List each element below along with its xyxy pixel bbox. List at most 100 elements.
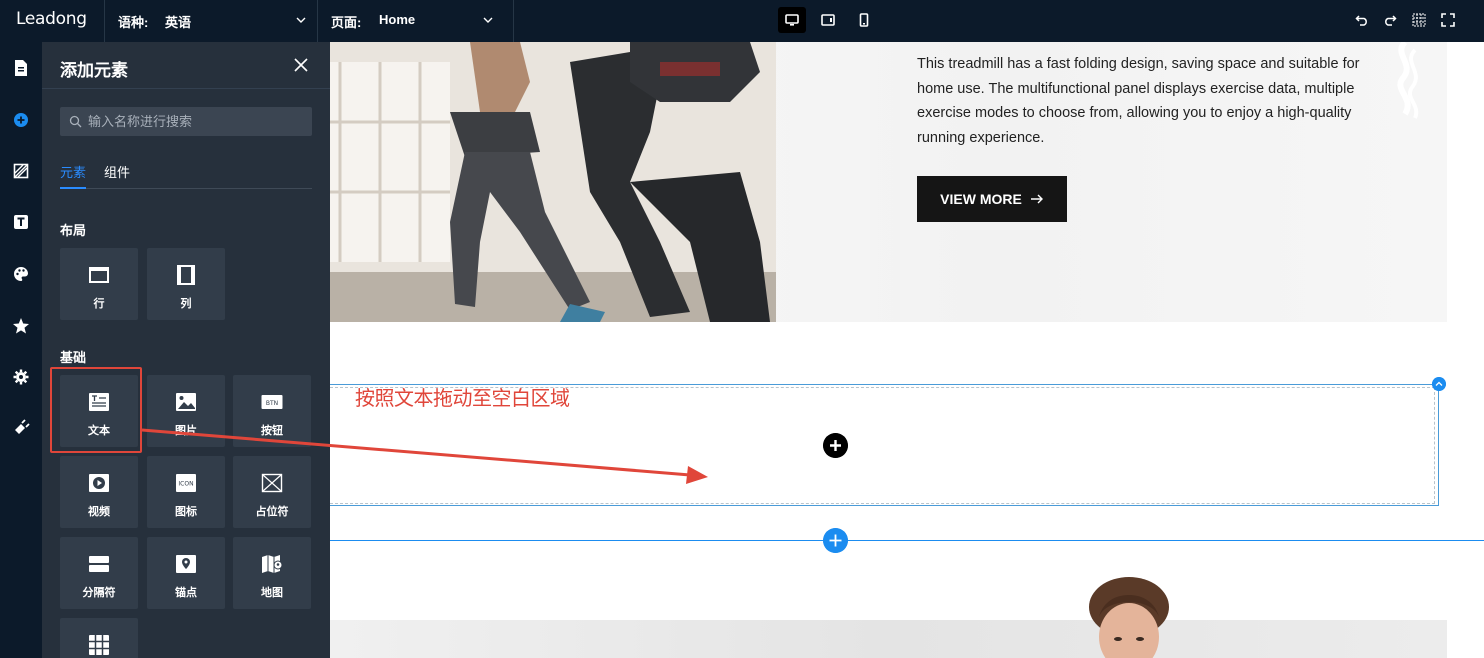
hero-image[interactable] [330, 42, 776, 322]
search-box [60, 107, 312, 136]
element-tile-row[interactable]: 行 [60, 248, 138, 320]
background-icon [13, 163, 29, 179]
active-tab-indicator [60, 187, 86, 189]
section-title-basic: 基础 [60, 350, 87, 365]
decorative-swirl-icon [1397, 42, 1419, 119]
desktop-icon [785, 14, 799, 26]
page-label: 页面: [331, 15, 362, 30]
add-element-panel: 添加元素 元素 组件 布局 行 列 基础 文本 图片 BTN 按钮 视频 ICO… [42, 42, 330, 658]
page-canvas[interactable]: This treadmill has a fast folding design… [330, 42, 1484, 658]
settings-icon [13, 369, 29, 385]
element-tile-map[interactable]: 地图 [233, 537, 311, 609]
element-tile-grid[interactable] [60, 618, 138, 658]
rail-item-plugins[interactable] [11, 418, 31, 438]
element-tile-column[interactable]: 列 [147, 248, 225, 320]
mobile-view-button[interactable] [850, 7, 878, 33]
star-icon [13, 318, 29, 334]
grid-button[interactable] [1410, 11, 1428, 29]
divider [317, 0, 318, 42]
tile-label: 占位符 [255, 506, 289, 518]
view-more-label: VIEW MORE [940, 191, 1022, 207]
svg-text:BTN: BTN [266, 400, 278, 407]
arrow-right-icon [1030, 194, 1043, 204]
desktop-view-button[interactable] [778, 7, 806, 33]
tab-divider [60, 188, 312, 189]
placeholder-icon [261, 473, 283, 493]
tab-elements[interactable]: 元素 [60, 162, 86, 181]
tablet-icon [821, 14, 835, 26]
button-icon: BTN [261, 395, 283, 409]
tab-components[interactable]: 组件 [104, 162, 130, 181]
plugin-icon [14, 419, 30, 435]
search-icon [69, 115, 82, 128]
tablet-view-button[interactable] [814, 7, 842, 33]
top-bar: Leadong 语种: 英语 页面: Home [0, 0, 1484, 42]
redo-button[interactable] [1381, 11, 1399, 29]
instruction-annotation: 按照文本拖动至空白区域 [355, 386, 570, 410]
add-section-icon[interactable] [823, 528, 848, 553]
row-icon [89, 267, 109, 283]
panel-title: 添加元素 [60, 61, 128, 80]
column-icon [177, 265, 195, 285]
search-input[interactable] [88, 107, 308, 136]
element-tile-placeholder[interactable]: 占位符 [233, 456, 311, 528]
section-boundary [330, 540, 1484, 541]
chevron-down-icon [483, 17, 493, 23]
highlight-box [50, 367, 142, 453]
rail-item-favorites[interactable] [11, 316, 31, 336]
map-icon [262, 555, 283, 573]
rail-item-background[interactable] [11, 161, 31, 181]
redo-icon [1385, 15, 1397, 26]
tile-label: 行 [93, 298, 105, 310]
divider [513, 0, 514, 42]
element-tile-anchor[interactable]: 锚点 [147, 537, 225, 609]
tile-label: 视频 [88, 506, 110, 518]
rail-item-pages[interactable] [11, 58, 31, 78]
tile-label: 锚点 [175, 587, 197, 599]
chevron-down-icon [296, 17, 306, 23]
collapse-section-icon[interactable] [1432, 377, 1446, 391]
rail-item-add-element[interactable] [11, 110, 31, 130]
element-tile-divider[interactable]: 分隔符 [60, 537, 138, 609]
page-icon [15, 60, 27, 76]
language-label: 语种: [118, 15, 149, 30]
tile-label: 图片 [175, 425, 197, 437]
video-icon [89, 474, 109, 492]
tile-label: 按钮 [261, 425, 283, 437]
treadmill-photo [330, 42, 776, 322]
element-tile-icon[interactable]: ICON 图标 [147, 456, 225, 528]
section-title-layout: 布局 [60, 223, 87, 238]
element-tile-video[interactable]: 视频 [60, 456, 138, 528]
undo-button[interactable] [1353, 11, 1371, 29]
divider [42, 88, 330, 89]
rail-item-text[interactable] [11, 212, 31, 232]
palette-icon [14, 267, 28, 281]
grid-element-icon [89, 635, 109, 655]
undo-icon [1355, 15, 1367, 26]
next-section-preview[interactable] [330, 620, 1447, 658]
rail-item-settings[interactable] [11, 367, 31, 387]
view-more-button[interactable]: VIEW MORE [917, 176, 1067, 222]
rail-item-theme[interactable] [11, 264, 31, 284]
mobile-icon [859, 13, 869, 27]
icon-element-icon: ICON [176, 474, 196, 492]
fullscreen-button[interactable] [1439, 11, 1457, 29]
hero-description[interactable]: This treadmill has a fast folding design… [917, 52, 1362, 150]
element-tile-button[interactable]: BTN 按钮 [233, 375, 311, 447]
tile-label: 分隔符 [82, 587, 116, 599]
grid-icon [1412, 13, 1426, 27]
add-element-in-zone-icon[interactable] [823, 433, 848, 458]
image-icon [176, 393, 196, 411]
hero-section[interactable]: This treadmill has a fast folding design… [330, 42, 1447, 322]
left-rail [0, 42, 42, 658]
add-element-icon [14, 113, 28, 127]
app-logo: Leadong [16, 9, 87, 29]
tile-label: 地图 [261, 587, 283, 599]
divider [104, 0, 105, 42]
svg-text:ICON: ICON [178, 481, 193, 488]
close-icon[interactable] [292, 56, 310, 74]
text-style-icon [14, 215, 28, 229]
tile-label: 列 [180, 298, 192, 310]
element-tile-image[interactable]: 图片 [147, 375, 225, 447]
tile-label: 图标 [175, 506, 197, 518]
